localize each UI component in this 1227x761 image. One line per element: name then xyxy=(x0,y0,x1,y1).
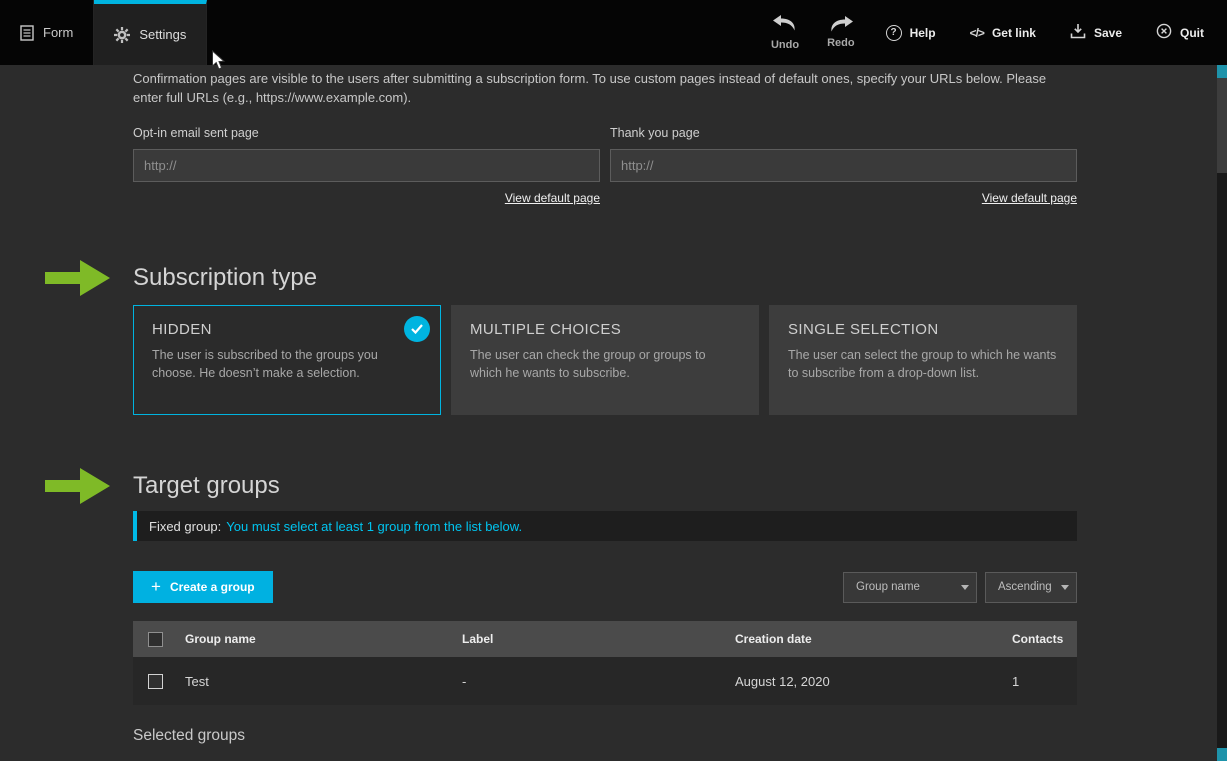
notice-link[interactable]: You must select at least 1 group from th… xyxy=(226,519,522,534)
selected-check-icon xyxy=(404,316,430,342)
view-default-page-link-thankyou[interactable]: View default page xyxy=(982,191,1077,205)
target-groups-section-head: Target groups xyxy=(133,471,1077,501)
redo-label: Redo xyxy=(827,37,855,49)
create-group-label: Create a group xyxy=(170,580,255,594)
optin-page-input[interactable] xyxy=(133,149,600,182)
undo-icon xyxy=(773,15,797,34)
option-title: MULTIPLE CHOICES xyxy=(470,321,740,338)
topbar-actions: Undo Redo ? Help </> Get link Save Qui xyxy=(757,0,1227,65)
option-title: SINGLE SELECTION xyxy=(788,321,1058,338)
gear-icon xyxy=(114,27,130,43)
sort-by-select[interactable]: Group name xyxy=(843,572,977,603)
tab-form-label: Form xyxy=(43,25,73,40)
redo-icon xyxy=(829,16,853,32)
thank-you-page-label: Thank you page xyxy=(610,126,1077,140)
header-contacts: Contacts xyxy=(1012,632,1077,646)
chevron-down-icon xyxy=(954,573,976,602)
row-creation-date: August 12, 2020 xyxy=(735,674,1012,689)
chevron-down-icon xyxy=(1054,573,1076,602)
option-hidden[interactable]: HIDDEN The user is subscribed to the gro… xyxy=(133,305,441,415)
scrollbar[interactable] xyxy=(1217,65,1227,761)
quit-button[interactable]: Quit xyxy=(1139,0,1221,65)
save-icon xyxy=(1070,23,1086,42)
sort-controls: Group name Ascending xyxy=(843,572,1077,603)
tab-form[interactable]: Form xyxy=(0,0,94,65)
plus-icon: + xyxy=(151,578,161,595)
groups-toolbar: + Create a group Group name Ascending xyxy=(133,571,1077,603)
settings-page: Confirmation pages are visible to the us… xyxy=(0,65,1217,761)
fixed-group-notice: Fixed group: You must select at least 1 … xyxy=(133,511,1077,541)
option-description: The user can check the group or groups t… xyxy=(470,346,740,382)
subscription-type-heading: Subscription type xyxy=(133,263,1077,293)
thank-you-page-input[interactable] xyxy=(610,149,1077,182)
save-button[interactable]: Save xyxy=(1053,0,1139,65)
row-contacts: 1 xyxy=(1012,674,1077,689)
help-icon: ? xyxy=(886,25,902,41)
header-group-name: Group name xyxy=(185,632,462,646)
quit-icon xyxy=(1156,23,1172,42)
optin-page-label: Opt-in email sent page xyxy=(133,126,600,140)
selected-groups-heading: Selected groups xyxy=(133,727,1077,745)
row-label: - xyxy=(462,674,735,689)
redo-button[interactable]: Redo xyxy=(813,0,869,65)
subscription-type-options: HIDDEN The user is subscribed to the gro… xyxy=(133,305,1077,415)
tab-settings[interactable]: Settings xyxy=(94,0,207,65)
header-label: Label xyxy=(462,632,735,646)
row-group-name: Test xyxy=(185,674,462,689)
view-default-page-link-optin[interactable]: View default page xyxy=(505,191,600,205)
green-arrow-icon xyxy=(45,464,111,513)
option-description: The user can select the group to which h… xyxy=(788,346,1058,382)
scroll-down-button[interactable] xyxy=(1217,748,1227,761)
code-icon: </> xyxy=(970,26,984,40)
optin-page-field: Opt-in email sent page View default page xyxy=(133,126,600,207)
option-single-selection[interactable]: SINGLE SELECTION The user can select the… xyxy=(769,305,1077,415)
undo-label: Undo xyxy=(771,39,799,51)
table-header: Group name Label Creation date Contacts xyxy=(133,621,1077,657)
option-title: HIDDEN xyxy=(152,321,422,338)
header-creation-date: Creation date xyxy=(735,632,1012,646)
create-group-button[interactable]: + Create a group xyxy=(133,571,273,603)
thank-you-page-field: Thank you page View default page xyxy=(610,126,1077,207)
confirmation-description: Confirmation pages are visible to the us… xyxy=(133,69,1077,107)
option-multiple-choices[interactable]: MULTIPLE CHOICES The user can check the … xyxy=(451,305,759,415)
form-icon xyxy=(20,25,34,41)
scroll-up-button[interactable] xyxy=(1217,65,1227,78)
topbar: Form Settings Undo xyxy=(0,0,1227,65)
sort-order-select[interactable]: Ascending xyxy=(985,572,1077,603)
table-row: Test - August 12, 2020 1 xyxy=(133,657,1077,705)
row-checkbox[interactable] xyxy=(148,674,163,689)
get-link-label: Get link xyxy=(992,26,1036,40)
save-label: Save xyxy=(1094,26,1122,40)
select-all-checkbox[interactable] xyxy=(148,632,163,647)
groups-table: Group name Label Creation date Contacts … xyxy=(133,621,1077,705)
get-link-button[interactable]: </> Get link xyxy=(953,0,1053,65)
option-description: The user is subscribed to the groups you… xyxy=(152,346,422,382)
quit-label: Quit xyxy=(1180,26,1204,40)
subscription-type-section-head: Subscription type xyxy=(133,263,1077,293)
scrollbar-thumb[interactable] xyxy=(1217,78,1227,173)
target-groups-heading: Target groups xyxy=(133,471,1077,501)
sort-order-value: Ascending xyxy=(998,581,1052,593)
notice-prefix: Fixed group: xyxy=(149,519,221,534)
help-label: Help xyxy=(910,26,936,40)
undo-button[interactable]: Undo xyxy=(757,0,813,65)
green-arrow-icon xyxy=(45,256,111,305)
sort-by-value: Group name xyxy=(856,581,920,593)
help-button[interactable]: ? Help xyxy=(869,0,953,65)
confirmation-fields: Opt-in email sent page View default page… xyxy=(133,126,1077,207)
tab-settings-label: Settings xyxy=(139,27,186,42)
